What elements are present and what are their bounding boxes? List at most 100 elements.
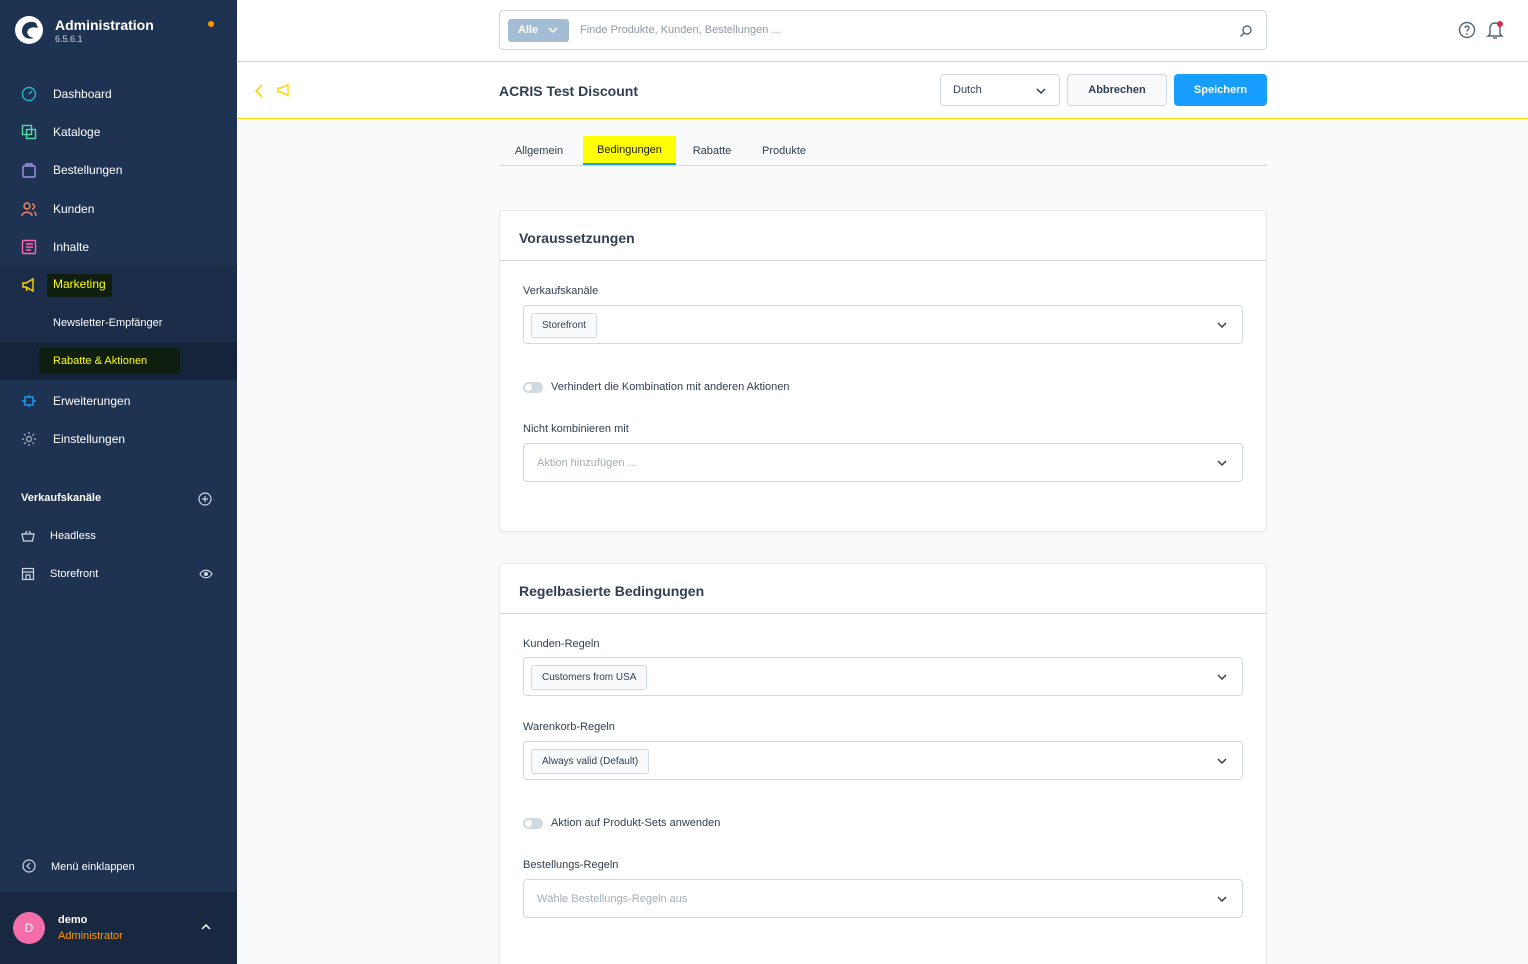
shopware-logo-icon — [15, 16, 43, 44]
sidebar-item-erweiterungen[interactable]: Erweiterungen — [0, 382, 237, 420]
status-dot — [208, 21, 214, 27]
shopping-bag-icon — [22, 163, 36, 178]
avatar: D — [13, 912, 45, 944]
chevron-down-icon — [1217, 460, 1227, 467]
user-role: Administrator — [58, 930, 123, 942]
toggle-label: Verhindert die Kombination mit anderen A… — [551, 381, 790, 393]
not-combine-label: Nicht kombinieren mit — [523, 423, 629, 435]
megaphone-icon — [22, 277, 34, 293]
eye-icon[interactable] — [199, 568, 213, 580]
customer-rules-label: Kunden-Regeln — [523, 638, 600, 650]
sidebar-item-kunden[interactable]: Kunden — [0, 190, 237, 228]
sales-channel-storefront[interactable]: Storefront — [0, 556, 237, 592]
chevron-down-icon — [1217, 758, 1227, 765]
sales-channel-headless[interactable]: Headless — [0, 518, 237, 554]
basket-icon — [21, 530, 35, 542]
card-title: Regelbasierte Bedingungen — [519, 583, 705, 599]
sidebar-subitem-label: Rabatte & Aktionen — [53, 355, 148, 367]
chevron-down-icon — [1217, 896, 1227, 903]
select-placeholder: Wähle Bestellungs-Regeln aus — [537, 893, 688, 905]
megaphone-icon — [277, 83, 289, 97]
sales-channels-select[interactable]: Storefront — [523, 305, 1243, 344]
sidebar-item-einstellungen[interactable]: Einstellungen — [0, 420, 237, 458]
storefront-icon — [21, 567, 35, 581]
card-header: Voraussetzungen — [500, 211, 1266, 261]
cart-rules-label: Warenkorb-Regeln — [523, 721, 615, 733]
sidebar-item-bestellungen[interactable]: Bestellungen — [0, 151, 237, 189]
sales-channel-label: Storefront — [50, 568, 99, 580]
user-name: demo — [58, 914, 88, 926]
app-title: Administration — [55, 17, 154, 33]
sidebar-subitem-label: Newsletter-Empfänger — [53, 317, 163, 329]
sidebar: Administration 6.5.6.1 Dashboard Katalog… — [0, 0, 237, 964]
sidebar-item-marketing[interactable]: Marketing — [0, 266, 237, 304]
sales-channels-title: Verkaufskanäle — [21, 492, 102, 504]
chevron-down-icon — [1036, 88, 1046, 95]
brand[interactable]: Administration 6.5.6.1 — [0, 0, 237, 62]
sidebar-item-kataloge[interactable]: Kataloge — [0, 113, 237, 151]
plugin-icon — [22, 395, 36, 407]
gear-icon — [22, 432, 36, 446]
sidebar-item-label: Dashboard — [53, 87, 112, 101]
sidebar-item-label: Einstellungen — [53, 432, 126, 446]
sidebar-item-label: Kunden — [53, 202, 95, 216]
collapse-icon — [22, 859, 36, 873]
save-button[interactable]: Speichern — [1174, 74, 1267, 106]
order-rules-select[interactable]: Wähle Bestellungs-Regeln aus — [523, 879, 1243, 918]
chevron-up-icon[interactable] — [200, 922, 212, 932]
user-menu[interactable]: D demo Administrator — [0, 892, 237, 964]
selected-tag[interactable]: Customers from USA — [531, 665, 648, 690]
search-input[interactable] — [580, 20, 1220, 40]
help-icon[interactable] — [1458, 21, 1476, 39]
toggle-label: Aktion auf Produkt-Sets anwenden — [551, 817, 721, 829]
sales-channels-label: Verkaufskanäle — [523, 285, 599, 297]
dashboard-icon — [21, 86, 37, 102]
sidebar-item-inhalte[interactable]: Inhalte — [0, 228, 237, 266]
selected-tag[interactable]: Always valid (Default) — [531, 749, 650, 774]
language-select-value: Dutch — [953, 84, 982, 96]
search-scope-dropdown[interactable]: Alle — [508, 19, 569, 42]
not-combine-select[interactable]: Aktion hinzufügen ... — [523, 443, 1243, 482]
card-regelbasierte-bedingungen: Regelbasierte Bedingungen Kunden-Regeln … — [499, 563, 1267, 964]
app-version: 6.5.6.1 — [55, 34, 83, 44]
select-placeholder: Aktion hinzufügen ... — [537, 457, 637, 469]
sales-channel-label: Headless — [50, 530, 96, 542]
sidebar-subitem-newsletter[interactable]: Newsletter-Empfänger — [0, 304, 237, 342]
tab-bar: Allgemein Bedingungen Rabatte Produkte — [499, 136, 1267, 166]
sidebar-item-label: Marketing — [47, 273, 112, 297]
collapse-menu-button[interactable]: Menü einklappen — [0, 852, 237, 882]
users-icon — [21, 202, 37, 217]
cart-rules-select[interactable]: Always valid (Default) — [523, 741, 1243, 780]
topbar: Alle — [237, 0, 1528, 62]
cancel-button[interactable]: Abbrechen — [1067, 74, 1167, 106]
card-title: Voraussetzungen — [519, 230, 635, 246]
chevron-down-icon — [1217, 322, 1227, 329]
page-title: ACRIS Test Discount — [499, 83, 638, 99]
prevent-combination-toggle[interactable] — [523, 382, 543, 393]
tab-produkte[interactable]: Produkte — [749, 136, 819, 165]
tab-rabatte[interactable]: Rabatte — [680, 136, 744, 165]
smart-bar: ACRIS Test Discount Dutch Abbrechen Spei… — [237, 63, 1528, 119]
card-header: Regelbasierte Bedingungen — [500, 564, 1266, 614]
product-sets-toggle[interactable] — [523, 818, 543, 829]
search-icon[interactable] — [1239, 24, 1253, 38]
chevron-down-icon — [1217, 674, 1227, 681]
sidebar-item-dashboard[interactable]: Dashboard — [0, 75, 237, 113]
tab-allgemein[interactable]: Allgemein — [499, 136, 579, 165]
sidebar-subitem-rabatte[interactable]: Rabatte & Aktionen — [0, 342, 237, 380]
order-rules-label: Bestellungs-Regeln — [523, 859, 619, 871]
chevron-down-icon — [548, 27, 558, 34]
customer-rules-select[interactable]: Customers from USA — [523, 657, 1243, 696]
add-circle-icon[interactable] — [198, 492, 212, 506]
sidebar-item-label: Kataloge — [53, 125, 101, 139]
selected-tag[interactable]: Storefront — [531, 313, 597, 338]
chevron-left-icon[interactable] — [254, 84, 264, 98]
card-voraussetzungen: Voraussetzungen Verkaufskanäle Storefron… — [499, 210, 1267, 532]
sidebar-item-label: Inhalte — [53, 240, 90, 254]
bell-icon[interactable] — [1486, 20, 1504, 40]
global-search: Alle — [499, 10, 1267, 50]
language-select[interactable]: Dutch — [940, 74, 1060, 106]
collapse-menu-label: Menü einklappen — [51, 861, 135, 873]
catalog-icon — [21, 124, 37, 140]
tab-bedingungen[interactable]: Bedingungen — [583, 136, 676, 165]
